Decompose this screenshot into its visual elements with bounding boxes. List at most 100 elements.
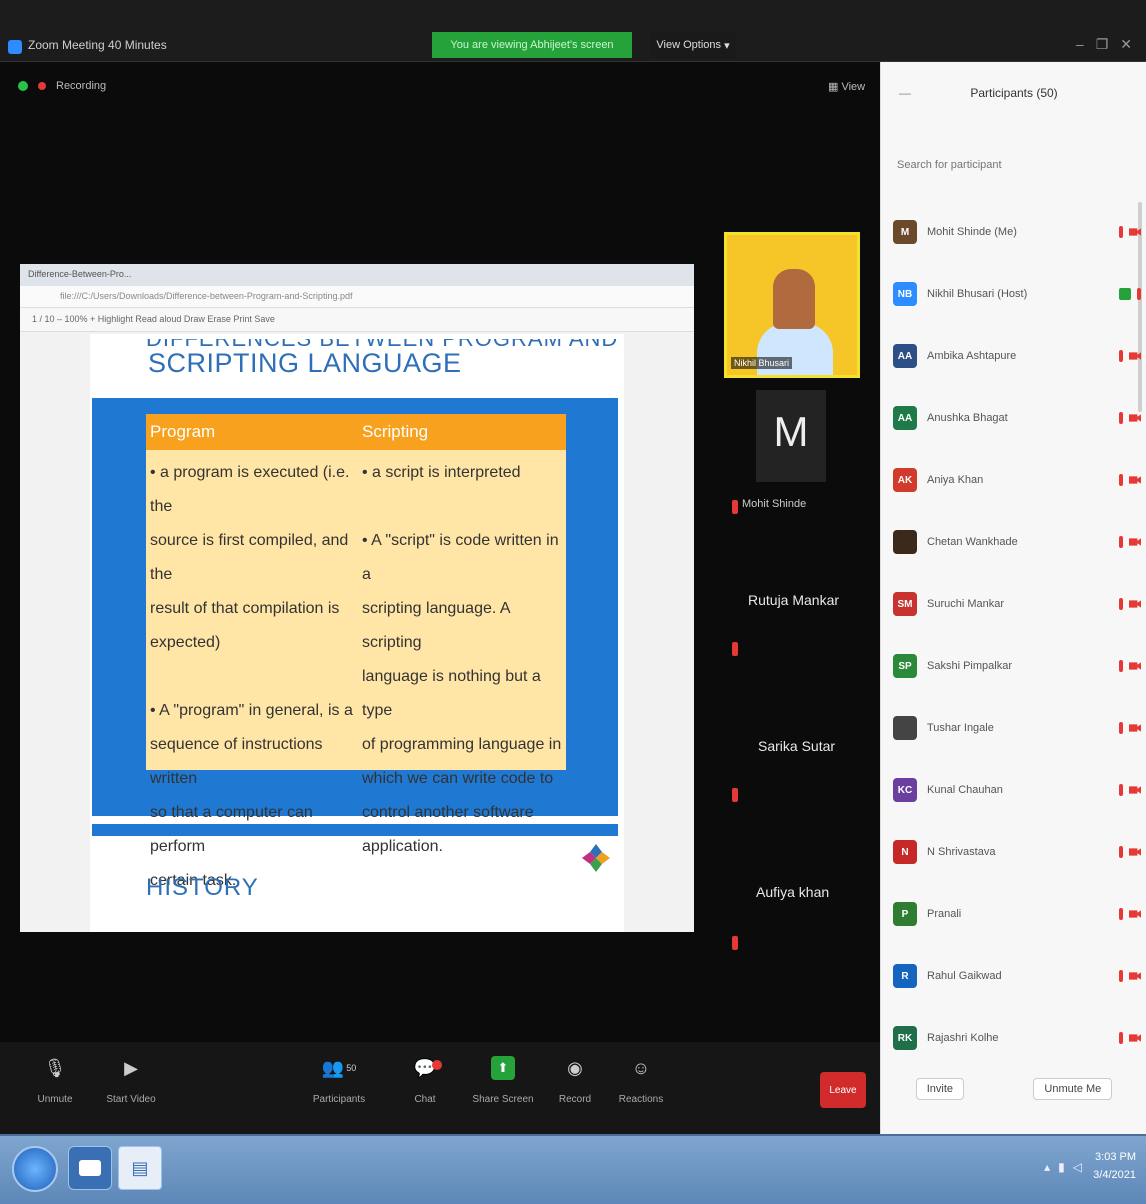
participant-row[interactable]: P Pranali	[893, 894, 1141, 934]
participant-name: Nikhil Bhusari (Host)	[927, 288, 1028, 300]
record-label: Record	[558, 1094, 592, 1105]
participant-avatar: KC	[893, 778, 917, 802]
participant-avatar: SM	[893, 592, 917, 616]
microphone-muted-icon: 🎙	[43, 1057, 67, 1078]
tray-arrow-icon[interactable]: ▴	[1044, 1160, 1050, 1174]
participant-tile-name: Aufiya khan	[756, 884, 830, 900]
view-button[interactable]: ▦ View	[828, 80, 865, 93]
participant-avatar-tile[interactable]: M	[756, 390, 826, 482]
zoom-taskbar-button[interactable]	[68, 1146, 112, 1190]
mic-muted-icon	[732, 788, 738, 802]
participant-row[interactable]: N N Shrivastava	[893, 832, 1141, 872]
start-button[interactable]	[12, 1146, 58, 1192]
app-taskbar-button[interactable]: ▤	[118, 1146, 162, 1190]
start-video-button[interactable]: ▶ Start Video	[96, 1056, 166, 1106]
unmute-button[interactable]: 🎙 Unmute	[20, 1056, 90, 1106]
video-off-icon	[1129, 910, 1141, 918]
participant-avatar: R	[893, 964, 917, 988]
reactions-button[interactable]: ☺ Reactions	[606, 1056, 676, 1106]
speaker-name: Nikhil Bhusari	[731, 357, 793, 369]
network-icon[interactable]: ▮	[1058, 1160, 1065, 1174]
mic-muted-icon	[732, 642, 738, 656]
chevron-down-icon: ▾	[724, 39, 730, 52]
participant-status-icons	[1119, 846, 1141, 858]
meeting-area: Recording ▦ View Difference-Between-Pro.…	[0, 62, 880, 1134]
participant-name: Mohit Shinde (Me)	[927, 226, 1017, 238]
view-options-button[interactable]: View Options ▾	[650, 32, 736, 58]
slide-title: SCRIPTING LANGUAGE	[148, 348, 462, 378]
participant-search-input[interactable]	[897, 154, 1133, 176]
minimize-button[interactable]: –	[1076, 36, 1084, 53]
table-line: language is nothing but a type	[362, 668, 541, 719]
slide-logo-icon	[582, 844, 610, 872]
table-header-program: Program	[150, 422, 216, 441]
pdf-toolbar: 1 / 10 – 100% + Highlight Read aloud Dra…	[20, 308, 694, 332]
participant-status-icons	[1119, 970, 1141, 982]
participant-row[interactable]: Chetan Wankhade	[893, 522, 1141, 562]
participants-label: Participants	[312, 1094, 366, 1105]
participant-row[interactable]: R Rahul Gaikwad	[893, 956, 1141, 996]
video-off-icon	[1129, 352, 1141, 360]
mic-muted-icon	[1119, 908, 1123, 920]
taskbar-date: 3/4/2021	[1093, 1169, 1136, 1181]
mic-muted-icon	[1119, 226, 1123, 238]
participant-row[interactable]: SM Suruchi Mankar	[893, 584, 1141, 624]
video-off-icon	[1129, 972, 1141, 980]
participant-name: Rahul Gaikwad	[927, 970, 1002, 982]
table-line: scripting language. A scripting	[362, 600, 510, 651]
participant-name: Ambika Ashtapure	[927, 350, 1017, 362]
close-button[interactable]: ✕	[1120, 36, 1132, 53]
participant-row[interactable]: M Mohit Shinde (Me)	[893, 212, 1141, 252]
participant-name: Pranali	[927, 908, 962, 920]
slide-blue-stripe	[92, 824, 618, 836]
table-line: which we can write code to	[362, 770, 554, 787]
participant-row[interactable]: NB Nikhil Bhusari (Host)	[893, 274, 1141, 314]
participant-name: Sakshi Pimpalkar	[927, 660, 1012, 672]
participant-avatar-letter: M	[773, 408, 809, 455]
chat-notification-badge	[432, 1060, 442, 1070]
participant-tile-name: Mohit Shinde	[742, 498, 807, 510]
leave-button[interactable]: Leave	[820, 1072, 866, 1108]
browser-address-bar: file:///C:/Users/Downloads/Difference-be…	[20, 286, 694, 308]
mic-muted-icon	[732, 936, 738, 950]
zoom-app-icon	[8, 40, 22, 54]
pdf-toolbar-items[interactable]: 1 / 10 – 100% + Highlight Read aloud Dra…	[32, 314, 275, 324]
slide-next-section-title: HISTORY	[146, 874, 259, 901]
share-screen-button[interactable]: ⬆ Share Screen	[468, 1056, 538, 1105]
record-button[interactable]: ◉ Record	[540, 1056, 610, 1106]
browser-url[interactable]: file:///C:/Users/Downloads/Difference-be…	[60, 291, 352, 301]
security-shield-icon[interactable]	[18, 81, 28, 91]
start-video-label: Start Video	[106, 1094, 156, 1105]
screen-share-banner: You are viewing Abhijeet's screen	[432, 32, 632, 58]
participant-status-icons	[1119, 412, 1141, 424]
participant-status-icons	[1119, 908, 1141, 920]
participants-button[interactable]: 👥 50 Participants	[304, 1056, 374, 1106]
browser-tab[interactable]: Difference-Between-Pro...	[28, 269, 131, 279]
volume-icon[interactable]: ◁	[1073, 1160, 1082, 1174]
table-line: • A "script" is code written in a	[362, 532, 559, 583]
taskbar-clock[interactable]: 3:03 PM 3/4/2021	[1093, 1148, 1136, 1184]
meeting-toolbar: 🎙 Unmute ▶ Start Video 👥 50 Participants …	[0, 1042, 880, 1134]
participant-row[interactable]: KC Kunal Chauhan	[893, 770, 1141, 810]
participant-row[interactable]: AA Anushka Bhagat	[893, 398, 1141, 438]
participant-row[interactable]: AK Aniya Khan	[893, 460, 1141, 500]
unmute-me-button[interactable]: Unmute Me	[1033, 1078, 1113, 1100]
mic-muted-icon	[1119, 970, 1123, 982]
video-off-icon	[1129, 662, 1141, 670]
video-off-icon	[1129, 600, 1141, 608]
participant-row[interactable]: RK Rajashri Kolhe	[893, 1018, 1141, 1058]
participant-row[interactable]: AA Ambika Ashtapure	[893, 336, 1141, 376]
participant-status-icons	[1119, 350, 1141, 362]
recording-indicator: Recording	[18, 80, 106, 92]
invite-button[interactable]: Invite	[915, 1078, 964, 1100]
participant-status-icons	[1119, 784, 1141, 796]
maximize-button[interactable]: ❐	[1096, 36, 1109, 53]
active-speaker-video[interactable]: Nikhil Bhusari	[724, 232, 860, 378]
participant-avatar: AA	[893, 344, 917, 368]
video-off-icon	[1129, 538, 1141, 546]
chat-button[interactable]: 💬 Chat	[390, 1056, 460, 1105]
participant-avatar: P	[893, 902, 917, 926]
participant-row[interactable]: Tushar Ingale	[893, 708, 1141, 748]
participant-row[interactable]: SP Sakshi Pimpalkar	[893, 646, 1141, 686]
participant-name: Aniya Khan	[927, 474, 984, 486]
